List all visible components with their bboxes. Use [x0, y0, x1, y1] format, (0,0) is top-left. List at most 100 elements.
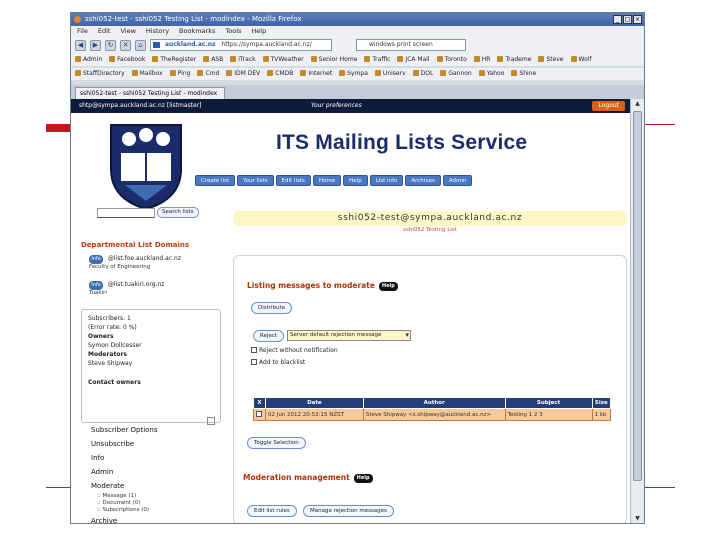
action-moderate[interactable]: Moderate [91, 479, 211, 493]
menu-help[interactable]: Help [343, 175, 368, 186]
action-subscriber-options[interactable]: Subscriber Options [91, 423, 211, 437]
row-author: Steve Shipway <s.shipway@auckland.ac.nz> [362, 408, 506, 421]
menu-file[interactable]: File [77, 26, 88, 36]
bookmark-item[interactable]: Steve [538, 54, 563, 66]
menu-home[interactable]: Home [312, 175, 342, 186]
menu-edit-lists[interactable]: Edit lists [275, 175, 311, 186]
preferences-link[interactable]: Your preferences [311, 99, 362, 113]
scroll-up-icon[interactable]: ▲ [633, 100, 642, 109]
search-lists-input[interactable] [97, 207, 155, 218]
bookmark-item[interactable]: Wolf [571, 54, 592, 66]
row-subject[interactable]: Testing 1 2 3 [504, 408, 593, 421]
bookmark-item[interactable]: Yahoo [479, 68, 505, 80]
distribute-button[interactable]: Distribute [251, 302, 293, 314]
university-crest-icon [110, 124, 182, 211]
bookmark-item[interactable]: Trademe [497, 54, 531, 66]
action-archive[interactable]: Archive [91, 514, 211, 523]
web-page: shtp@sympa.auckland.ac.nz [listmaster] Y… [71, 99, 631, 523]
contact-owners-link[interactable]: Contact owners [88, 378, 214, 387]
scroll-down-icon[interactable]: ▼ [633, 515, 642, 523]
action-admin[interactable]: Admin [91, 465, 211, 479]
menu-bookmarks[interactable]: Bookmarks [179, 26, 215, 36]
toggle-selection-button[interactable]: Toggle Selection [247, 437, 306, 449]
bookmark-item[interactable]: Admin [75, 54, 102, 66]
manage-rejection-button[interactable]: Manage rejection messages [303, 505, 394, 517]
moderate-messages-link[interactable]: :: Message (1) [91, 493, 211, 500]
menu-help[interactable]: Help [251, 26, 266, 36]
action-unsubscribe[interactable]: Unsubscribe [91, 437, 211, 451]
search-lists-button[interactable]: Search lists [157, 207, 199, 218]
window-title: sshi052-test - sshi052 Testing List - mo… [85, 15, 302, 23]
menu-history[interactable]: History [146, 26, 169, 36]
bookmark-item[interactable]: HR [474, 54, 491, 66]
edit-list-rules-button[interactable]: Edit list rules [247, 505, 297, 517]
back-icon[interactable]: ◀ [75, 39, 86, 51]
col-subject[interactable]: Subject [504, 397, 593, 409]
bookmark-item[interactable]: Mailbox [132, 68, 163, 80]
bookmark-item[interactable]: JCA Mail [397, 54, 429, 66]
info-button[interactable]: Info [89, 281, 103, 290]
bookmark-item[interactable]: Senior Home [311, 54, 358, 66]
col-author[interactable]: Author [362, 397, 506, 409]
help-button[interactable]: Help [378, 282, 398, 291]
blacklist-checkbox[interactable]: Add to blacklist [251, 359, 305, 366]
menu-your-lists[interactable]: Your lists [237, 175, 274, 186]
dept-description: Faculty of Engineering [89, 264, 151, 270]
row-checkbox[interactable] [253, 408, 266, 421]
bookmark-item[interactable]: Uniserv [375, 68, 406, 80]
bookmark-item[interactable]: Cmd [197, 68, 219, 80]
info-button[interactable]: Info [89, 255, 103, 264]
bookmark-item[interactable]: Shine [511, 68, 536, 80]
bookmark-item[interactable]: StaffDirectory [75, 68, 125, 80]
col-date[interactable]: Date [264, 397, 364, 409]
forward-icon[interactable]: ▶ [90, 39, 101, 51]
bookmark-item[interactable]: Traffic [364, 54, 390, 66]
bookmark-item[interactable]: CMDB [267, 68, 293, 80]
reject-button[interactable]: Reject [253, 330, 285, 342]
bookmark-item[interactable]: iTrack [230, 54, 255, 66]
bookmark-item[interactable]: DOL [413, 68, 434, 80]
bookmark-item[interactable]: TheRegister [152, 54, 196, 66]
tab-active[interactable]: sshi052-test - sshi052 Testing List - mo… [75, 87, 225, 99]
col-size[interactable]: Size [591, 397, 612, 409]
stop-icon[interactable]: ✕ [120, 39, 131, 51]
minimize-button[interactable]: _ [613, 15, 622, 24]
help-button[interactable]: Help [353, 474, 373, 483]
bookmark-item[interactable]: Ping [170, 68, 191, 80]
bookmark-item[interactable]: Facebook [109, 54, 145, 66]
rejection-message-select[interactable]: Server default rejection message [287, 330, 411, 341]
bookmark-item[interactable]: IDM DEV [226, 68, 260, 80]
browser-search-input[interactable]: windows print screen [356, 39, 466, 51]
address-bar[interactable]: auckland.ac.nz https://sympa.auckland.ac… [150, 39, 332, 51]
menu-admin[interactable]: Admin [442, 175, 473, 186]
menu-list-info[interactable]: List info [369, 175, 404, 186]
bookmark-item[interactable]: Gannon [440, 68, 471, 80]
moderate-documents-link[interactable]: :: Document (0) [91, 500, 211, 507]
menu-tools[interactable]: Tools [225, 26, 241, 36]
action-info[interactable]: Info [91, 451, 211, 465]
logout-button[interactable]: Logout [592, 101, 625, 111]
menu-create-list[interactable]: Create list [195, 175, 236, 186]
reject-quiet-checkbox[interactable]: Reject without notification [251, 347, 338, 354]
reload-icon[interactable]: ↻ [105, 39, 116, 51]
bookmark-item[interactable]: ASB [203, 54, 223, 66]
scroll-thumb[interactable] [633, 111, 642, 481]
home-icon[interactable]: ⌂ [135, 39, 146, 51]
menu-archives[interactable]: Archives [405, 175, 441, 186]
maximize-button[interactable]: □ [623, 15, 632, 24]
bookmark-item[interactable]: Internet [300, 68, 332, 80]
table-header-row: X Date Author Subject Size [253, 397, 612, 409]
bookmark-item[interactable]: TVWeather [263, 54, 304, 66]
moderate-subscriptions-link[interactable]: :: Subscriptions (0) [91, 507, 211, 514]
bookmark-item[interactable]: Toronto [437, 54, 467, 66]
vertical-scrollbar[interactable]: ▲ ▼ [630, 99, 644, 523]
menu-edit[interactable]: Edit [98, 26, 111, 36]
subscriber-count: Subscribers: 1 [88, 315, 131, 322]
slide-rule-left-top [46, 131, 72, 132]
table-row[interactable]: 02 Jun 2012 20:52:15 NZST Steve Shipway … [253, 408, 612, 421]
bookmark-item[interactable]: Sympa [339, 68, 368, 80]
list-info-box: Subscribers: 1 (Error rate: 0 %) Owners … [81, 309, 221, 423]
menu-view[interactable]: View [120, 26, 135, 36]
close-button[interactable]: × [633, 15, 642, 24]
slide-rule-right-bottom [645, 487, 675, 488]
